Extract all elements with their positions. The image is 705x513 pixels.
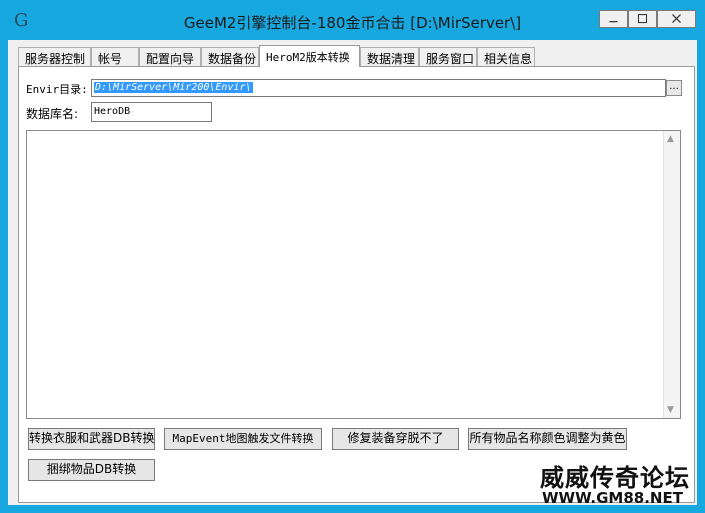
- mapevent-convert-button[interactable]: MapEvent地图触发文件转换: [164, 428, 322, 450]
- ellipsis-icon: ...: [669, 81, 679, 92]
- envir-directory-label: Envir目录:: [26, 83, 88, 96]
- log-output-area[interactable]: ▲ ▼: [26, 130, 681, 419]
- envir-directory-input[interactable]: D:\MirServer\Mir200\Envir\: [91, 79, 666, 97]
- browse-button[interactable]: ...: [666, 80, 682, 96]
- watermark-url: WWW.GM88.NET: [542, 489, 683, 507]
- tab-config-wizard[interactable]: 配置向导: [139, 47, 201, 66]
- convert-clothes-weapons-button[interactable]: 转换衣服和武器DB转换: [28, 428, 155, 450]
- title-bar[interactable]: G GeeM2引擎控制台-180金币合击 [D:\MirServer\]: [0, 0, 705, 40]
- client-area: 服务器控制 帐号 配置向导 数据备份 HeroM2版本转换 数据清理 服务窗口 …: [8, 40, 697, 505]
- scroll-up-arrow-icon[interactable]: ▲: [667, 134, 674, 144]
- database-name-input[interactable]: HeroDB: [91, 102, 212, 122]
- minimize-button[interactable]: [599, 10, 628, 28]
- fix-equipment-button[interactable]: 修复装备穿脱不了: [332, 428, 459, 450]
- close-button[interactable]: [657, 10, 696, 28]
- maximize-icon: [637, 14, 648, 24]
- watermark-title: 威威传奇论坛: [540, 463, 690, 492]
- herom2-conversion-panel: Envir目录: D:\MirServer\Mir200\Envir\ ... …: [18, 66, 695, 503]
- forum-watermark: 威威传奇论坛 WWW.GM88.NET: [534, 458, 704, 510]
- item-color-yellow-button[interactable]: 所有物品名称颜色调整为黄色: [468, 428, 627, 450]
- close-icon: [672, 14, 681, 23]
- tab-server-control[interactable]: 服务器控制: [18, 47, 91, 66]
- minimize-icon: [609, 21, 618, 23]
- log-scrollbar[interactable]: ▲ ▼: [663, 131, 680, 418]
- tab-data-cleanup[interactable]: 数据清理: [360, 47, 419, 66]
- tab-data-backup[interactable]: 数据备份: [201, 47, 259, 66]
- envir-directory-value: D:\MirServer\Mir200\Envir\: [94, 82, 253, 93]
- tab-accounts[interactable]: 帐号: [91, 47, 139, 66]
- main-window: G GeeM2引擎控制台-180金币合击 [D:\MirServer\] 服务器…: [0, 0, 705, 513]
- maximize-button[interactable]: [628, 10, 657, 28]
- scroll-down-arrow-icon[interactable]: ▼: [667, 405, 674, 415]
- bind-items-convert-button[interactable]: 捆绑物品DB转换: [28, 459, 155, 481]
- tab-herom2-conversion[interactable]: HeroM2版本转换: [259, 45, 360, 67]
- tab-about[interactable]: 相关信息: [477, 47, 535, 66]
- tab-service-windows[interactable]: 服务窗口: [419, 47, 477, 66]
- database-name-label: 数据库名:: [26, 107, 79, 121]
